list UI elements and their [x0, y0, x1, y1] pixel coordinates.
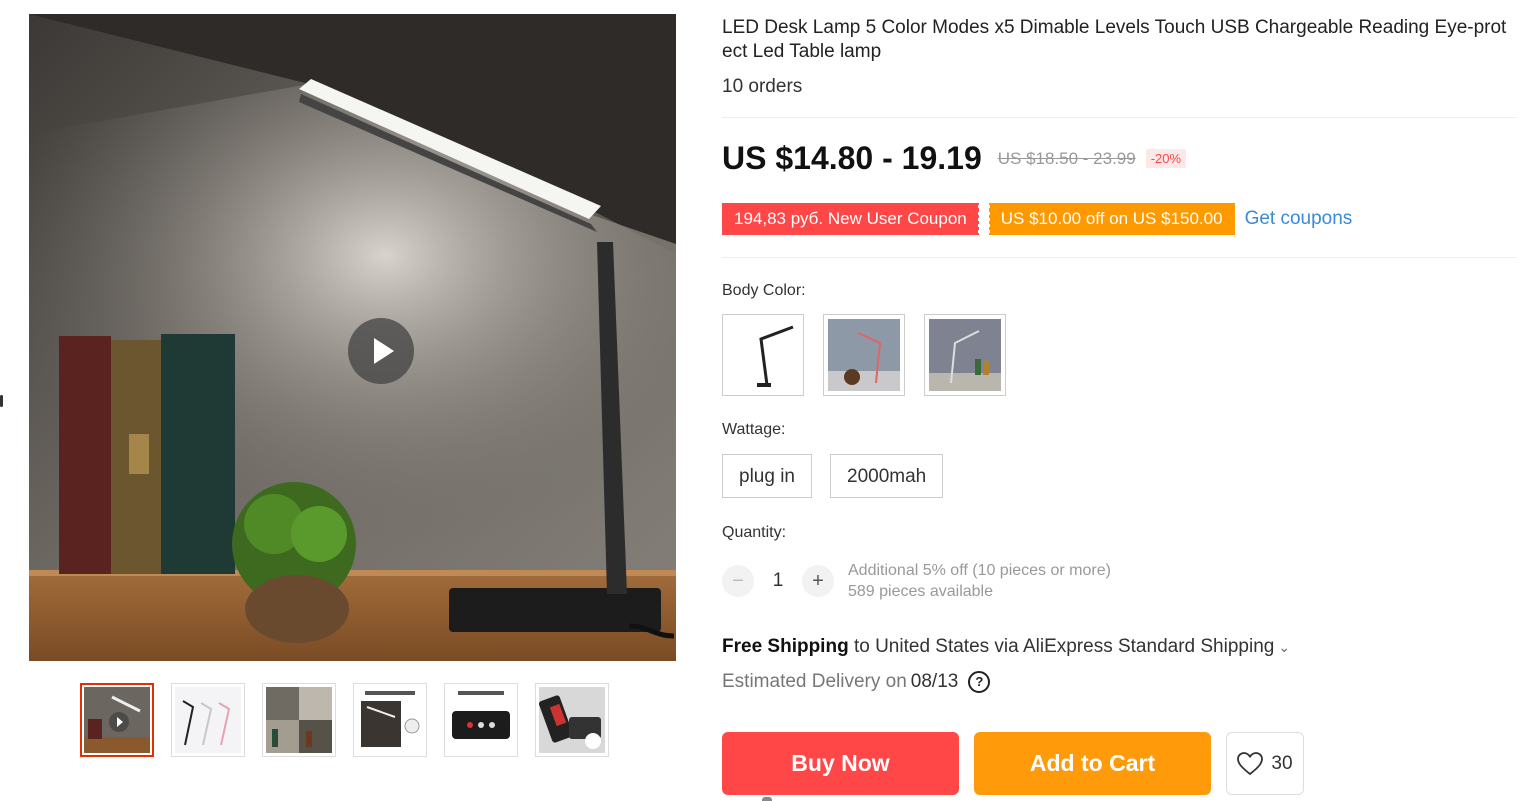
thumbnail-strip [80, 683, 609, 757]
thumbnail-1[interactable] [80, 683, 154, 757]
purchase-actions: Buy Now Add to Cart 30 [722, 732, 1304, 795]
discount-badge: -20% [1145, 149, 1187, 168]
thumbnail-2[interactable] [171, 683, 245, 757]
quantity-value[interactable]: 1 [754, 570, 802, 592]
color-option-silver[interactable] [924, 314, 1006, 396]
divider [722, 117, 1517, 118]
quantity-label: Quantity: [722, 524, 787, 541]
bulk-discount-note: Additional 5% off (10 pieces or more) [848, 562, 1111, 579]
main-product-image[interactable] [29, 14, 676, 661]
swatch-image [929, 319, 1001, 391]
play-video-button[interactable] [348, 318, 414, 384]
swatch-image [828, 319, 900, 391]
quantity-notes: Additional 5% off (10 pieces or more) 58… [848, 560, 1111, 602]
thumbnail-5[interactable] [444, 683, 518, 757]
thumbnail-image [448, 687, 514, 753]
scroll-edge-marker [0, 395, 3, 407]
coupon-row: 194,83 руб. New User Coupon US $10.00 of… [722, 203, 1352, 235]
buy-now-button[interactable]: Buy Now [722, 732, 959, 795]
get-coupons-link[interactable]: Get coupons [1245, 208, 1353, 230]
quantity-increment-button[interactable]: + [802, 565, 834, 597]
thumbnail-image [175, 687, 241, 753]
thumbnail-image [539, 687, 605, 753]
original-price: US $18.50 - 23.99 [997, 148, 1136, 168]
thumbnail-image [266, 687, 332, 753]
color-option-pink[interactable] [823, 314, 905, 396]
thumbnail-3[interactable] [262, 683, 336, 757]
stock-available-note: 589 pieces available [848, 583, 993, 600]
thumbnail-6[interactable] [535, 683, 609, 757]
play-icon [109, 712, 129, 732]
wishlist-count: 30 [1271, 752, 1293, 774]
help-circle-icon[interactable]: ? [968, 671, 991, 693]
order-count: 10 orders [722, 76, 803, 97]
new-user-coupon[interactable]: 194,83 руб. New User Coupon [722, 203, 981, 235]
body-color-label: Body Color: [722, 282, 806, 299]
current-price: US $14.80 - 19.19 [722, 140, 982, 176]
color-option-black[interactable] [722, 314, 804, 396]
wattage-options: plug in 2000mah [722, 454, 944, 498]
chevron-down-icon[interactable]: ⌄ [1278, 639, 1290, 655]
thumbnail-4[interactable] [353, 683, 427, 757]
shipping-method: to United States via AliExpress Standard… [848, 636, 1275, 657]
free-shipping-label: Free Shipping [722, 636, 849, 657]
wattage-option-plug-in[interactable]: plug in [722, 454, 812, 498]
estimated-delivery-label: Estimated Delivery on [722, 671, 907, 692]
body-color-options [722, 314, 1006, 396]
wattage-label: Wattage: [722, 421, 786, 438]
divider [722, 257, 1517, 258]
estimated-delivery-date: 08/13 [910, 671, 959, 692]
store-coupon[interactable]: US $10.00 off on US $150.00 [986, 203, 1235, 235]
wattage-option-2000mah[interactable]: 2000mah [830, 454, 944, 498]
swatch-image [727, 319, 799, 391]
estimated-delivery: Estimated Delivery on 08/13 ? [722, 671, 991, 693]
quantity-stepper: − 1 + Additional 5% off (10 pieces or mo… [722, 560, 1111, 602]
add-to-cart-button[interactable]: Add to Cart [974, 732, 1211, 795]
price-row: US $14.80 - 19.19 US $18.50 - 23.99 -20% [722, 140, 1187, 177]
quantity-decrement-button[interactable]: − [722, 565, 754, 597]
scroll-indicator [762, 797, 772, 801]
shipping-info: Free Shipping to United States via AliEx… [722, 636, 1290, 658]
product-title: LED Desk Lamp 5 Color Modes x5 Dimable L… [722, 17, 1507, 62]
heart-icon [1237, 751, 1264, 775]
wishlist-button[interactable]: 30 [1226, 732, 1304, 795]
thumbnail-image [357, 687, 423, 753]
